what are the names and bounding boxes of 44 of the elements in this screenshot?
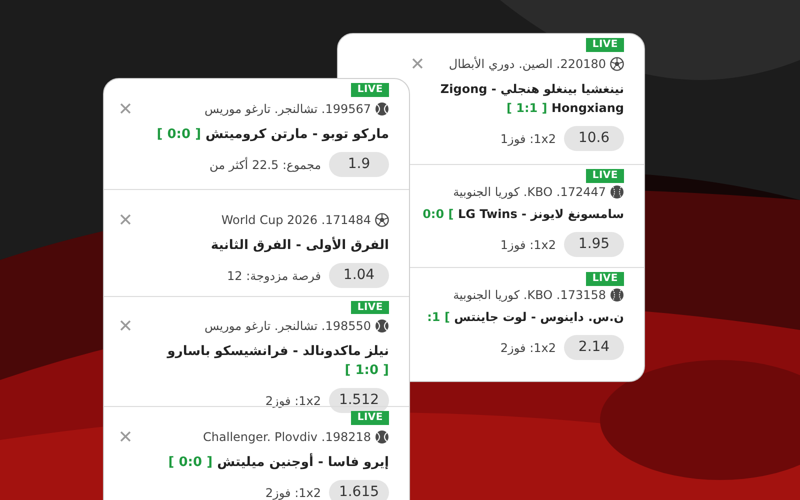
close-button[interactable]	[412, 58, 423, 69]
odds-button[interactable]: 2.14	[564, 335, 624, 360]
close-icon	[412, 58, 423, 69]
soccer-ball-icon	[610, 57, 624, 71]
odds-button[interactable]: 1.9	[329, 152, 389, 177]
league-label: 172447. KBO. كوريا الجنوبية	[453, 184, 606, 201]
league-label: 198218. Challenger. Plovdiv	[203, 429, 371, 446]
tennis-ball-icon	[375, 102, 389, 116]
market-label: 1x2: فوز2	[500, 340, 556, 356]
tennis-ball-icon	[375, 430, 389, 444]
live-badge: LIVE	[586, 272, 624, 286]
market-label: مجموع: 22.5 أكثر من	[209, 156, 321, 174]
live-badge: LIVE	[351, 411, 389, 425]
close-icon	[120, 431, 131, 442]
odds-button[interactable]: 1.04	[329, 263, 389, 288]
baseball-icon	[610, 185, 624, 199]
tennis-ball-icon	[375, 319, 389, 333]
odds-button[interactable]: 1.615	[329, 480, 389, 500]
soccer-ball-icon	[375, 213, 389, 227]
market-label: 1x2: فوز2	[265, 484, 321, 500]
league-label: 171484. World Cup 2026	[221, 212, 371, 229]
league-label: 198550. تشالنجر. تارغو موريس	[204, 318, 371, 335]
close-button[interactable]	[120, 214, 131, 225]
baseball-icon	[610, 288, 624, 302]
close-button[interactable]	[120, 320, 131, 331]
live-badge: LIVE	[586, 169, 624, 183]
live-badge: LIVE	[351, 83, 389, 97]
live-badge: LIVE	[351, 301, 389, 314]
odds-button[interactable]: 1.95	[564, 232, 624, 257]
odds-button[interactable]: 1.512	[329, 388, 389, 413]
league-label: 220180. الصين. دوري الأبطال	[448, 56, 606, 73]
match-title: الفرق الأولى - الفرق الثانية	[210, 236, 389, 255]
close-icon	[120, 320, 131, 331]
close-button[interactable]	[120, 431, 131, 442]
odds-button[interactable]: 10.6	[564, 126, 624, 151]
market-label: 1x2: فوز1	[500, 236, 556, 254]
close-icon	[120, 214, 131, 225]
league-label: 199567. تشالنجر. تارغو موريس	[204, 101, 371, 118]
live-badge: LIVE	[586, 38, 624, 52]
close-icon	[120, 103, 131, 114]
close-button[interactable]	[120, 103, 131, 114]
league-label: 173158. KBO. كوريا الجنوبية	[453, 287, 606, 304]
market-label: فرصة مزدوجة: 12	[227, 268, 321, 284]
market-label: 1x2: فوز1	[500, 130, 556, 148]
